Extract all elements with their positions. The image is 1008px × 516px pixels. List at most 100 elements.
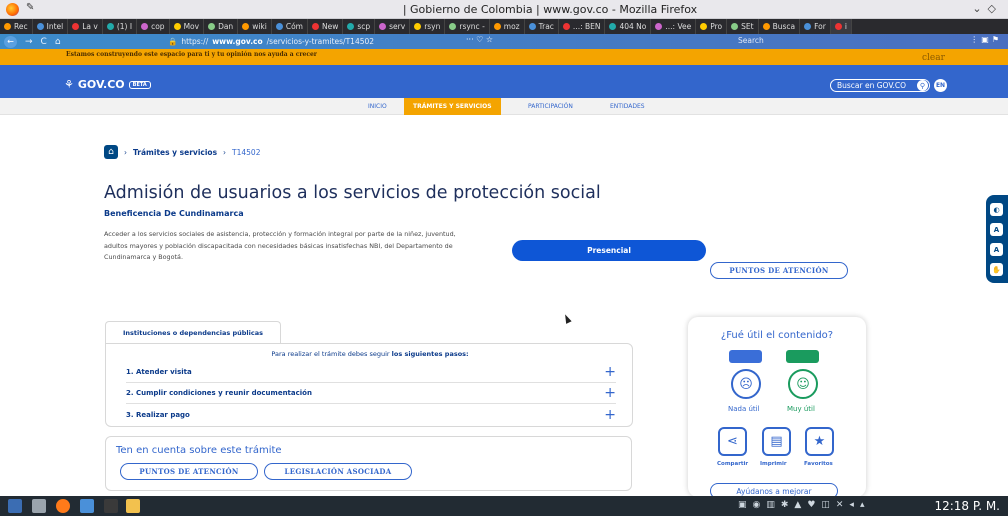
browser-tab[interactable]: Mov (170, 19, 205, 34)
tab-favicon-icon (4, 23, 11, 30)
step-item[interactable]: 3. Realizar pago + (126, 404, 616, 425)
tab-label: Trac (538, 22, 554, 31)
happy-face-icon[interactable]: ☺ (788, 369, 818, 399)
browser-tab[interactable]: cop (137, 19, 170, 34)
tab-label: Intel (46, 22, 64, 31)
browser-tab[interactable]: La v (68, 19, 103, 34)
browser-tab[interactable]: ...: BEN (559, 19, 606, 34)
browser-tab[interactable]: ...: Vee (651, 19, 697, 34)
star-icon[interactable]: ★ (805, 427, 834, 456)
desktop-icon[interactable] (32, 499, 46, 513)
tab-favicon-icon (208, 23, 216, 30)
lock-icon: 🔒 (168, 37, 178, 46)
search-icon[interactable]: ⚲ (917, 80, 928, 91)
mouse-cursor (562, 313, 572, 324)
browser-titlebar: ✎ | Gobierno de Colombia | www.gov.co - … (0, 0, 1008, 19)
home-icon[interactable]: ⌂ (104, 145, 118, 159)
browser-tab[interactable]: rsyn (410, 19, 446, 34)
browser-tab[interactable]: 404 No (605, 19, 652, 34)
step-item[interactable]: 2. Cumplir condiciones y reunir document… (126, 383, 616, 404)
browser-tab[interactable]: Trac (525, 19, 559, 34)
puntos-atencion-button[interactable]: PUNTOS DE ATENCIÓN (710, 262, 848, 279)
tab-favicon-icon (72, 23, 80, 30)
breadcrumb-section[interactable]: Trámites y servicios (133, 148, 217, 157)
browser-tab[interactable]: Pro (696, 19, 728, 34)
tab-favicon-icon (311, 23, 319, 30)
print-icon[interactable]: ▤ (762, 427, 791, 456)
browser-tab[interactable]: wiki (238, 19, 272, 34)
page-actions[interactable]: ··· ♡ ☆ (466, 35, 493, 44)
browser-tab[interactable]: Dan (204, 19, 239, 34)
browser-tab[interactable]: moz (490, 19, 525, 34)
imprimir-label: Imprimir (760, 461, 787, 467)
tab-label: ...: BEN (572, 22, 601, 31)
sad-face-icon[interactable]: ☹ (731, 369, 761, 399)
forward-button[interactable]: → (25, 37, 33, 47)
font-increase-icon[interactable]: A (990, 243, 1003, 256)
browser-tab[interactable]: Rec (0, 19, 33, 34)
window-controls[interactable]: ⌄◇ (972, 2, 1002, 15)
sign-language-icon[interactable]: ✋ (990, 263, 1003, 276)
presencial-button[interactable]: Presencial (512, 240, 706, 261)
firefox-taskbar-icon[interactable] (56, 499, 70, 513)
browser-tab[interactable]: rsync - (445, 19, 490, 34)
expand-plus-icon[interactable]: + (604, 386, 616, 400)
start-menu-icon[interactable] (8, 499, 22, 513)
browser-search-input[interactable]: Search (738, 36, 764, 45)
puntos-atencion-button-2[interactable]: PUNTOS DE ATENCIÓN (120, 463, 258, 480)
menu-item-inicio[interactable]: INICIO (368, 98, 387, 115)
muy-util-label: Muy útil (787, 405, 815, 413)
expand-plus-icon[interactable]: + (604, 365, 616, 379)
tab-favicon-icon (106, 23, 114, 30)
feedback-question: ¿Fué útil el contenido? (720, 330, 834, 341)
pin-icon[interactable]: ✎ (26, 2, 34, 13)
tab-label: scp (357, 22, 371, 31)
legislacion-asociada-button[interactable]: LEGISLACIÓN ASOCIADA (264, 463, 412, 480)
font-decrease-icon[interactable]: A (990, 223, 1003, 236)
toolbar-icons[interactable]: ⋮▣⚑ (970, 35, 1002, 44)
browser-tab[interactable]: (1) I (103, 19, 138, 34)
step-label: 2. Cumplir condiciones y reunir document… (126, 389, 312, 397)
browser-tab[interactable]: serv (375, 19, 411, 34)
browser-tab[interactable]: SEt (727, 19, 759, 34)
files-icon[interactable] (80, 499, 94, 513)
step-item[interactable]: 1. Atender visita + (126, 362, 616, 383)
tab-label: Dan (218, 22, 234, 31)
system-tray[interactable]: ▣◉▥✱▲♥◫✕◂▴ (738, 500, 870, 510)
step-label: 1. Atender visita (126, 368, 192, 376)
browser-tab[interactable]: i (830, 19, 852, 34)
tab-label: Rec (14, 22, 28, 31)
contrast-icon[interactable]: ◐ (990, 203, 1003, 216)
expand-plus-icon[interactable]: + (604, 408, 616, 422)
back-button[interactable]: ← (4, 35, 17, 48)
menu-item-participacion[interactable]: PARTICIPACIÓN (528, 98, 573, 115)
steps-intro-text: Para realizar el trámite debes seguir (271, 350, 390, 358)
govco-search-input[interactable]: Buscar en GOV.CO ⚲ (830, 79, 930, 92)
tab-favicon-icon (731, 23, 739, 30)
entity-name[interactable]: Beneficencia De Cundinamarca (104, 209, 244, 218)
browser-tab[interactable]: New (308, 19, 344, 34)
tab-label: rsyn (424, 22, 441, 31)
share-icon[interactable]: ⋖ (718, 427, 747, 456)
language-button[interactable]: EN (934, 79, 947, 92)
browser-tab[interactable]: Intel (33, 19, 69, 34)
browser-tab[interactable]: Busca (759, 19, 801, 34)
breadcrumb-current: T14502 (232, 147, 261, 157)
reload-button[interactable]: C (41, 37, 47, 47)
menu-item-tramites[interactable]: TRÁMITES Y SERVICIOS (404, 98, 501, 115)
terminal-icon[interactable] (104, 499, 118, 513)
tab-favicon-icon (528, 23, 536, 30)
govco-search-label: Buscar en GOV.CO (837, 81, 907, 90)
tab-instituciones[interactable]: Instituciones o dependencias públicas (105, 321, 281, 343)
browser-tab[interactable]: For (800, 19, 831, 34)
editor-icon[interactable] (126, 499, 140, 513)
menu-item-entidades[interactable]: ENTIDADES (610, 98, 645, 115)
notice-clear-button[interactable]: clear (922, 53, 945, 63)
govco-logo[interactable]: ⚘ GOV.CO BETA (64, 78, 151, 91)
govco-logo-text: GOV.CO (77, 78, 125, 91)
tab-favicon-icon (414, 23, 422, 30)
home-button[interactable]: ⌂ (55, 37, 61, 47)
tab-favicon-icon (449, 23, 457, 30)
browser-tab[interactable]: Cóm (272, 19, 308, 34)
browser-tab[interactable]: scp (343, 19, 376, 34)
